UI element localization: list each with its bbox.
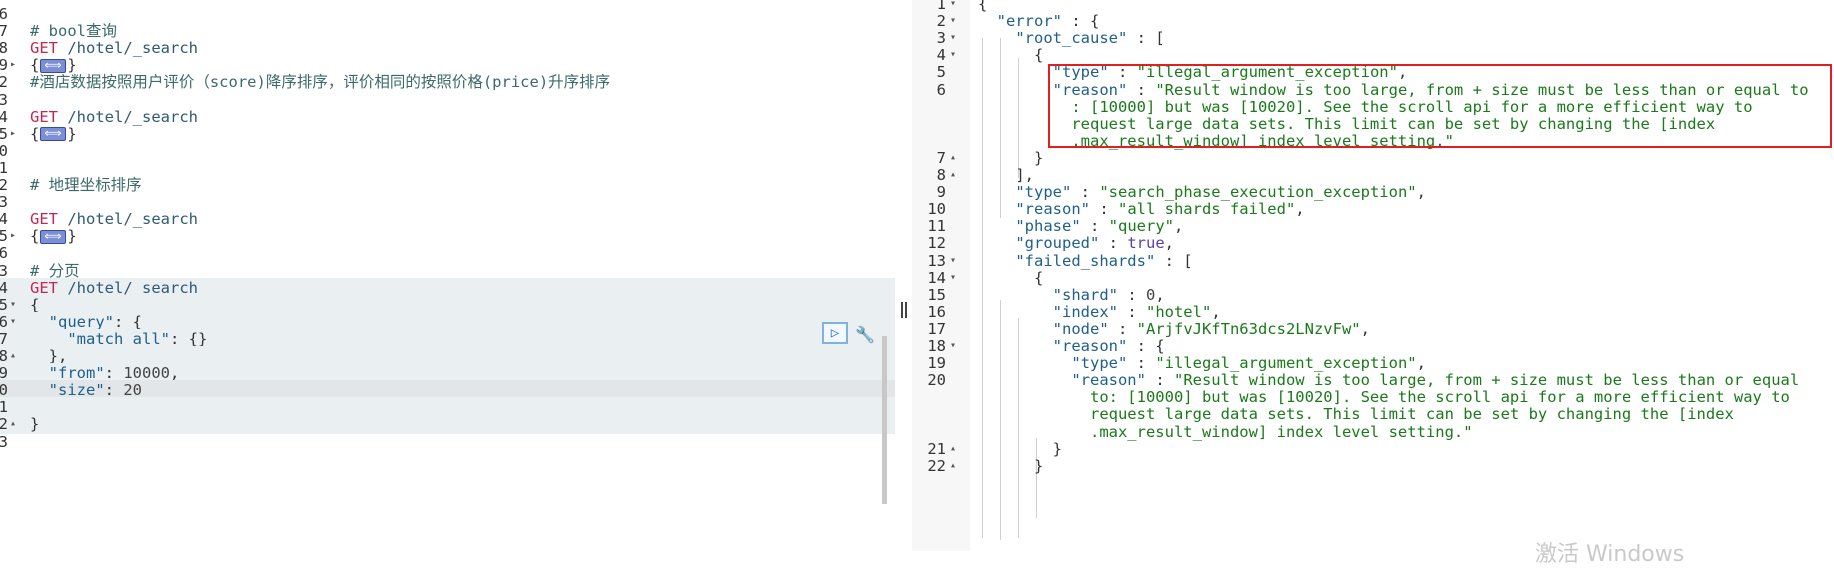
play-icon[interactable]: ▷ bbox=[822, 322, 848, 344]
wrench-icon[interactable]: 🔧 bbox=[854, 323, 876, 345]
collapsed-block-icon[interactable] bbox=[40, 123, 67, 143]
collapsed-block-icon[interactable] bbox=[40, 55, 67, 75]
pane-splitter[interactable] bbox=[895, 0, 912, 551]
request-editor[interactable]: 67# bool查询8GET /hotel/_search9▸{}2#酒店数据按… bbox=[0, 0, 895, 551]
fold-end-icon[interactable]: ▴ bbox=[950, 456, 956, 476]
editor-scrollbar[interactable] bbox=[882, 336, 887, 504]
splitter-grip bbox=[905, 302, 907, 318]
code-line[interactable]: 3 bbox=[0, 432, 895, 452]
line-number: 22 bbox=[927, 456, 946, 475]
token-punc: } bbox=[978, 456, 1044, 475]
line-code: } bbox=[978, 456, 1043, 476]
line-number: 3 bbox=[0, 432, 8, 451]
windows-activation-watermark: 激活 Windows bbox=[1535, 542, 1685, 567]
splitter-grip bbox=[901, 302, 903, 318]
code-line[interactable]: 22 ▴ } bbox=[912, 456, 1834, 476]
response-viewer[interactable]: 1 ▾{2 ▾ "error" : {3 ▾ "root_cause" : [4 ▾ {… bbox=[912, 0, 1834, 551]
collapsed-block-icon[interactable] bbox=[40, 226, 67, 246]
